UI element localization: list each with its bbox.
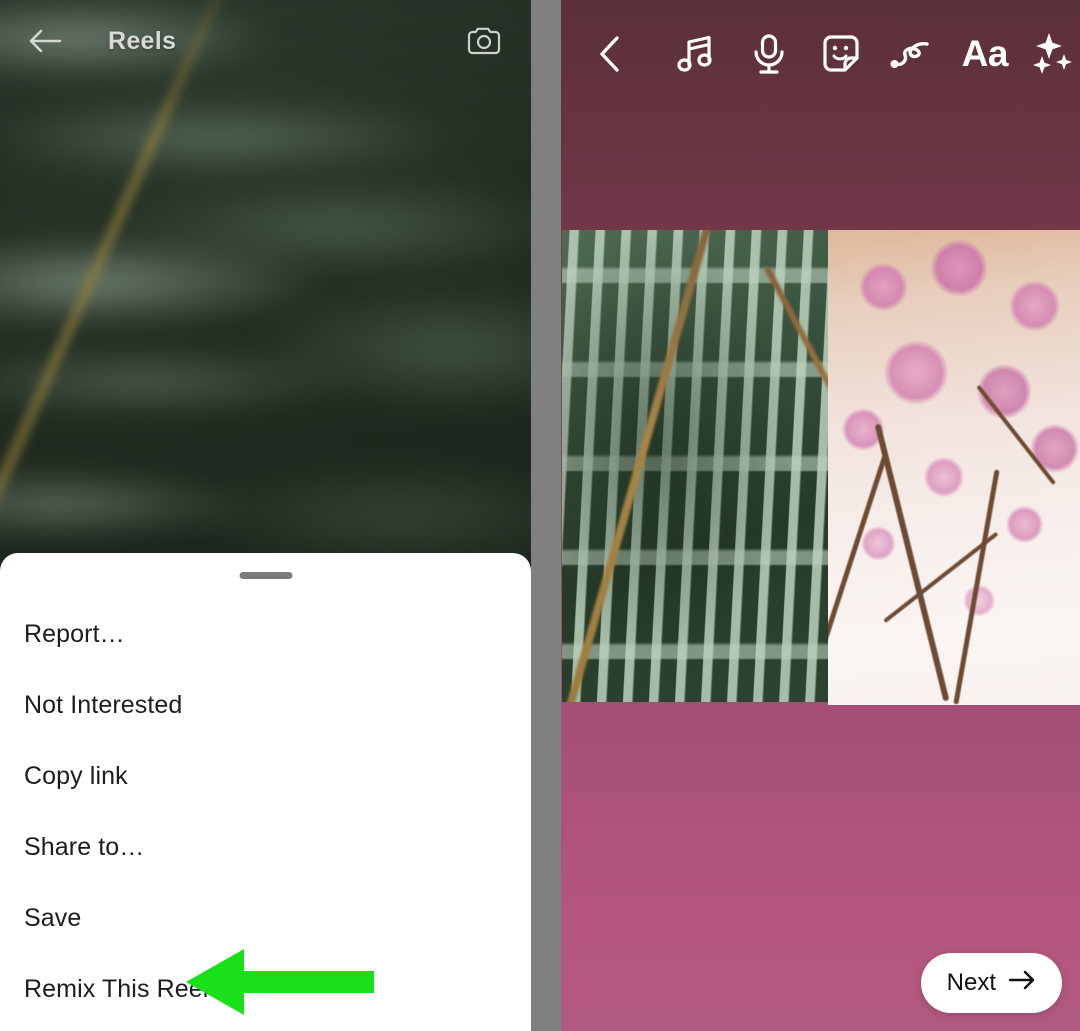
- page-title: Reels: [108, 26, 177, 55]
- sticker-icon[interactable]: [814, 32, 868, 76]
- menu-item-remix-this-reel[interactable]: Remix This Reel: [0, 954, 531, 1025]
- screenshot-root: Reels Report… Not Interested Copy link S…: [0, 0, 1080, 1031]
- music-note-icon[interactable]: [669, 32, 723, 76]
- collage-pane-fern[interactable]: [562, 230, 828, 702]
- menu-item-label: Report…: [24, 620, 125, 648]
- camera-icon[interactable]: [463, 20, 505, 62]
- menu-item-label: Copy link: [24, 762, 128, 790]
- menu-item-not-interested[interactable]: Not Interested: [0, 670, 531, 741]
- arrow-left-icon[interactable]: [24, 20, 66, 62]
- menu-item-report[interactable]: Report…: [0, 599, 531, 670]
- menu-item-label: Save: [24, 904, 82, 932]
- sparkles-icon[interactable]: [1026, 30, 1080, 78]
- menu-item-label: Not Interested: [24, 691, 183, 719]
- draw-squiggle-icon[interactable]: [886, 34, 940, 74]
- arrow-right-icon: [1008, 969, 1036, 997]
- next-button[interactable]: Next: [920, 953, 1062, 1013]
- menu-item-label: Share to…: [24, 833, 145, 861]
- editor-toolbar: Aa: [561, 0, 1080, 108]
- collage-pane-blossom[interactable]: [828, 230, 1080, 705]
- menu-item-share-to[interactable]: Share to…: [0, 812, 531, 883]
- text-aa-icon[interactable]: Aa: [955, 33, 1014, 75]
- menu-item-label: Remix This Reel: [24, 975, 209, 1003]
- reels-viewer-phone: Reels Report… Not Interested Copy link S…: [0, 0, 531, 1031]
- microphone-icon[interactable]: [744, 32, 794, 76]
- drag-handle[interactable]: [239, 572, 292, 579]
- next-button-label: Next: [946, 969, 996, 996]
- media-collage[interactable]: [562, 230, 1080, 705]
- menu-item-save[interactable]: Save: [0, 883, 531, 954]
- reels-header: Reels: [0, 0, 531, 82]
- panel-divider: [531, 0, 561, 1031]
- reel-editor-phone: Aa Next: [561, 0, 1080, 1031]
- options-bottom-sheet: Report… Not Interested Copy link Share t…: [0, 553, 531, 1031]
- options-menu-list: Report… Not Interested Copy link Share t…: [0, 599, 531, 1025]
- chevron-left-icon[interactable]: [587, 34, 633, 74]
- menu-item-copy-link[interactable]: Copy link: [0, 741, 531, 812]
